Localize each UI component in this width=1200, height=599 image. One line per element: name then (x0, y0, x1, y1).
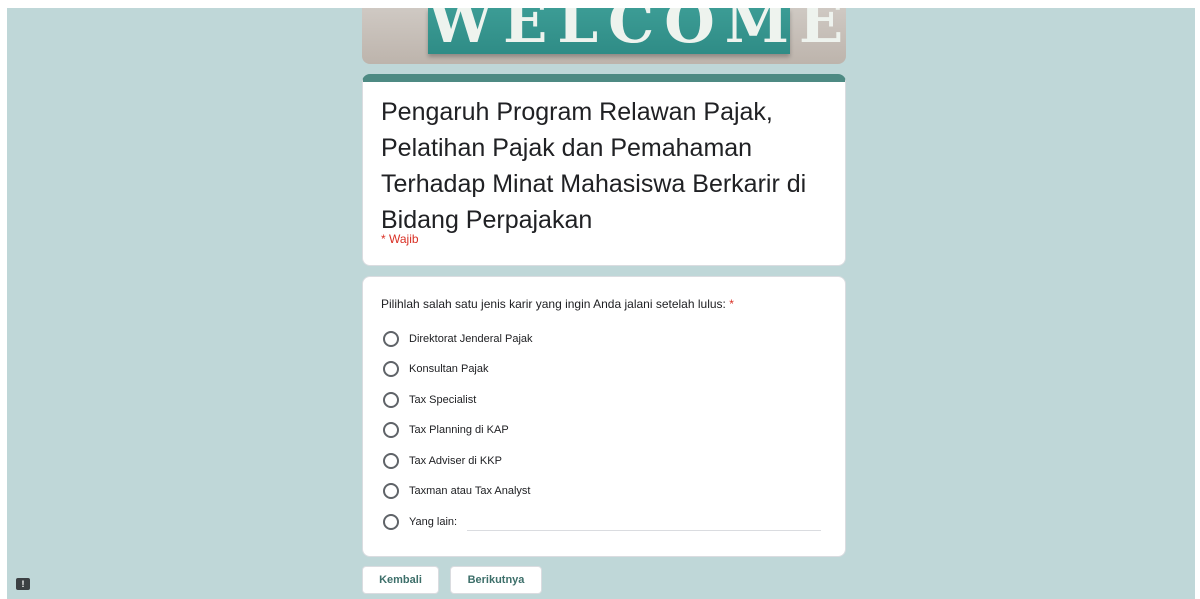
radio-icon[interactable] (383, 422, 399, 438)
option-konsultan-pajak[interactable]: Konsultan Pajak (383, 359, 489, 379)
next-button[interactable]: Berikutnya (450, 566, 542, 594)
option-yang-lain[interactable]: Yang lain: (383, 512, 457, 532)
option-label: Taxman atau Tax Analyst (409, 485, 531, 497)
option-label: Tax Planning di KAP (409, 424, 509, 436)
radio-icon[interactable] (383, 331, 399, 347)
option-label: Direktorat Jenderal Pajak (409, 333, 533, 345)
option-label: Tax Adviser di KKP (409, 455, 502, 467)
form-title: Pengaruh Program Relawan Pajak, Pelatiha… (381, 98, 807, 234)
welcome-sign-text: WELCOME (428, 8, 846, 56)
option-tax-planning-di-kap[interactable]: Tax Planning di KAP (383, 420, 509, 440)
question-card: Pilihlah salah satu jenis karir yang ing… (362, 276, 846, 557)
required-asterisk: * (729, 297, 734, 311)
option-direktorat-jenderal-pajak[interactable]: Direktorat Jenderal Pajak (383, 329, 533, 349)
header-banner-image: WELCOME (362, 8, 846, 64)
option-label: Yang lain: (409, 516, 458, 528)
form-title-card: Pengaruh Program Relawan Pajak, Pelatiha… (362, 74, 846, 266)
option-label: Konsultan Pajak (409, 363, 489, 375)
radio-icon[interactable] (383, 514, 399, 530)
required-note: * Wajib (381, 232, 419, 246)
back-button[interactable]: Kembali (362, 566, 439, 594)
other-text-input[interactable] (467, 530, 821, 531)
option-label: Tax Specialist (409, 394, 477, 406)
radio-icon[interactable] (383, 392, 399, 408)
option-taxman-atau-tax-analyst[interactable]: Taxman atau Tax Analyst (383, 481, 530, 501)
option-tax-specialist[interactable]: Tax Specialist (383, 390, 476, 410)
question-label: Pilihlah salah satu jenis karir yang ing… (381, 297, 726, 311)
radio-icon[interactable] (383, 453, 399, 469)
option-tax-adviser-di-kkp[interactable]: Tax Adviser di KKP (383, 451, 502, 471)
radio-icon[interactable] (383, 361, 399, 377)
welcome-sign: WELCOME (428, 8, 846, 56)
report-problem-icon[interactable]: ! (16, 578, 30, 590)
radio-icon[interactable] (383, 483, 399, 499)
top-strip (0, 0, 1200, 8)
question-text: Pilihlah salah satu jenis karir yang ing… (381, 297, 734, 311)
